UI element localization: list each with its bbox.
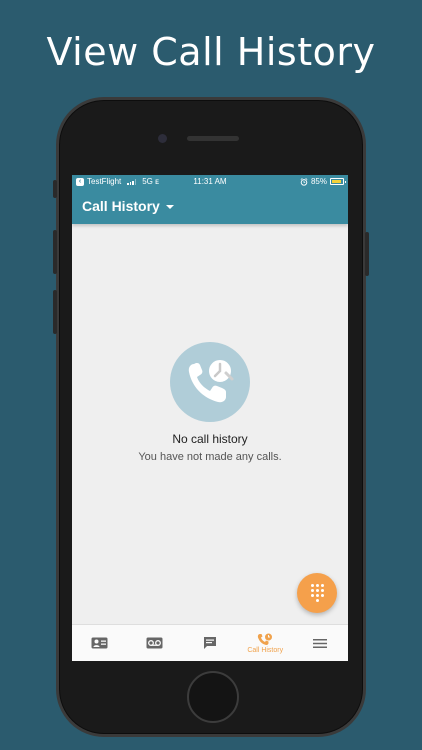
tab-call-history-label: Call History: [247, 646, 284, 654]
tab-call-history[interactable]: Call History: [238, 625, 293, 661]
contacts-icon: [91, 637, 108, 649]
mute-switch: [53, 180, 57, 198]
earpiece-speaker: [187, 136, 239, 141]
status-network: 5G ᴇ: [142, 177, 160, 186]
empty-call-history-icon: [170, 342, 250, 422]
front-camera: [158, 134, 167, 143]
status-bar: ‹ TestFlight 5G ᴇ 11:31 AM 85%: [72, 175, 348, 188]
empty-state-title: No call history: [172, 432, 248, 446]
testflight-back-icon[interactable]: ‹: [76, 177, 84, 186]
bottom-tab-bar: Call History: [72, 624, 348, 661]
power-button: [365, 232, 369, 276]
volume-up-button: [53, 230, 57, 274]
call-history-dropdown[interactable]: Call History: [82, 198, 174, 214]
battery-icon: [330, 178, 346, 185]
messages-icon: [204, 637, 216, 649]
call-history-icon: [258, 633, 273, 645]
tab-messages[interactable]: [182, 625, 237, 661]
empty-state-subtitle: You have not made any calls.: [138, 451, 282, 463]
home-button[interactable]: [187, 671, 239, 723]
tab-menu[interactable]: [293, 625, 348, 661]
menu-icon: [313, 638, 328, 648]
volume-down-button: [53, 290, 57, 334]
caret-down-icon: [165, 205, 174, 209]
signal-strength-icon: [127, 178, 137, 185]
app-bar: Call History: [72, 188, 348, 224]
status-carrier[interactable]: TestFlight: [87, 177, 121, 186]
alarm-icon: [300, 177, 308, 186]
tab-voicemail[interactable]: [127, 625, 182, 661]
empty-state: No call history You have not made any ca…: [72, 342, 348, 463]
tab-contacts[interactable]: [72, 625, 127, 661]
app-bar-title: Call History: [82, 198, 160, 214]
promo-headline: View Call History: [46, 30, 376, 74]
voicemail-icon: [146, 637, 163, 649]
dialpad-icon: [310, 584, 324, 602]
battery-percent: 85%: [310, 177, 327, 186]
phone-screen: ‹ TestFlight 5G ᴇ 11:31 AM 85% Call Hist…: [72, 175, 348, 661]
dialpad-button[interactable]: [297, 573, 337, 613]
